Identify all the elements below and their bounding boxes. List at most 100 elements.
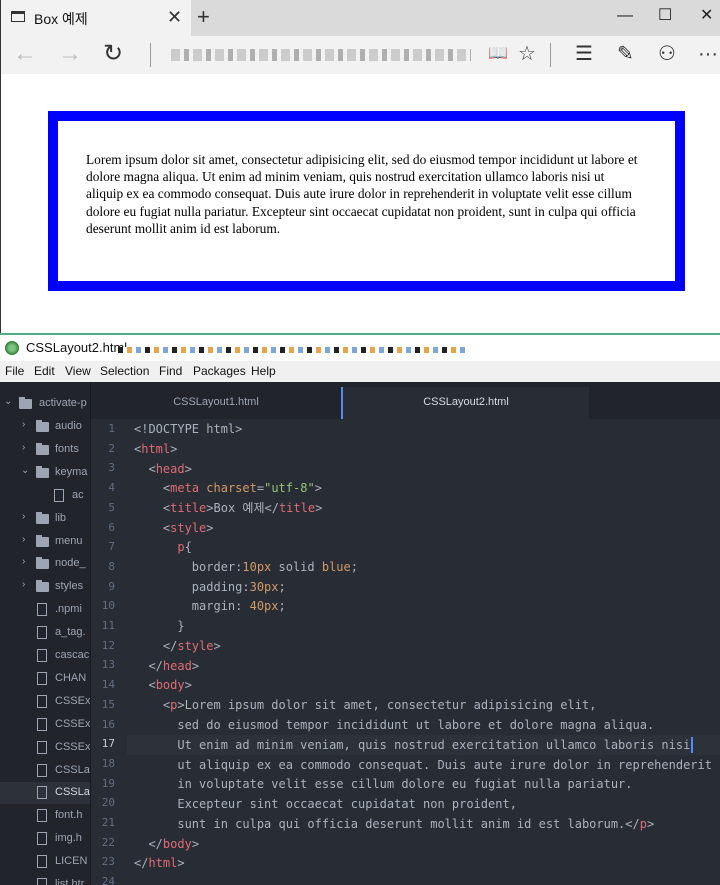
back-icon[interactable]: ← [13,40,37,68]
editor-pane: CSSLayout1.html CSSLayout2.html 12345678… [91,382,720,885]
menu-file[interactable]: File [5,364,24,378]
code-line[interactable]: Excepteur sint occaecat cupidatat non pr… [134,794,517,814]
code-line[interactable]: <html> [134,439,177,459]
tree-item[interactable]: a_tag. [0,622,90,644]
code-line[interactable]: sed do eiusmod tempor incididunt ut labo… [134,715,654,735]
code-line[interactable]: in voluptate velit esse cillum dolore eu… [134,774,632,794]
tree-item[interactable]: CSSEx [0,714,90,736]
share-icon[interactable]: ⚇ [658,41,676,67]
code-line-current[interactable]: Ut enim ad minim veniam, quis nostrud ex… [134,735,690,755]
tree-item[interactable]: › audio [0,416,90,438]
tab-label: CSSLayout1.html [173,396,259,408]
code-line[interactable]: margin: 40px; [134,596,286,616]
code-line[interactable]: <head> [134,459,191,479]
line-number: 9 [108,579,115,593]
line-number: 15 [101,697,115,711]
tree-item[interactable]: list.htr [0,874,90,885]
tree-item[interactable]: ⌄ keyma [0,462,90,484]
tree-item[interactable]: LICEN [0,851,90,873]
folder-icon [36,511,49,524]
chevron-down-icon: ⌄ [4,396,13,407]
code-line[interactable]: <body> [134,675,191,695]
code-line[interactable]: </head> [134,656,199,676]
tree-item[interactable]: CSSEx [0,691,91,713]
tree-item[interactable]: CSSEx [0,737,90,759]
code-line[interactable]: ut aliquip ex ea commodo consequat. Duis… [134,755,712,775]
atom-menubar: File Edit View Selection Find Packages H… [0,361,720,382]
code-line[interactable]: <meta charset="utf-8"> [134,478,322,498]
text-caret [691,737,693,753]
code-line[interactable]: <title>Box 예제</title> [134,498,322,518]
tree-item[interactable]: › styles [0,576,90,598]
tree-label: lib [55,511,67,524]
code-line[interactable]: <style> [134,518,214,538]
code-line[interactable]: } [134,616,184,636]
menu-help[interactable]: Help [251,364,276,378]
code-line[interactable]: </html> [134,853,185,873]
tree-item[interactable]: .npmi [0,599,90,621]
code-line[interactable]: <p>Lorem ipsum dolor sit amet, consectet… [134,695,597,715]
tree-item[interactable]: cascac [0,645,90,667]
folder-icon [36,442,49,455]
chevron-right-icon: › [22,419,26,430]
tree-item[interactable]: › lib [0,508,90,530]
hub-icon[interactable]: ☰ [575,41,593,67]
tree-item[interactable]: CSSLa [0,760,90,782]
tab-close-icon[interactable]: ✕ [167,7,182,27]
code-line[interactable]: padding:30px; [134,577,286,597]
favorite-star-icon[interactable]: ☆ [518,41,536,67]
code-line[interactable]: </style> [134,636,221,656]
tree-item[interactable]: img.h [0,828,90,850]
code-line[interactable]: sunt in culpa qui officia deserunt molli… [134,814,654,834]
folder-icon [36,465,49,478]
menu-selection[interactable]: Selection [100,364,149,378]
more-icon[interactable]: ··· [698,41,718,67]
rendered-paragraph-box: Lorem ipsum dolor sit amet, consectetur … [48,111,685,291]
web-note-icon[interactable]: ✎ [617,41,634,67]
chevron-right-icon: › [22,579,26,591]
tree-item[interactable]: › fonts [0,439,90,461]
code-line[interactable]: </body> [134,834,199,854]
tree-label: node_ [55,557,86,570]
new-tab-icon[interactable]: + [197,5,210,29]
tree-label: keyma [55,465,88,478]
atom-titlebar: CSSLayout2.html — [0,333,720,361]
menu-view[interactable]: View [65,364,91,378]
refresh-icon[interactable]: ↻ [103,40,123,68]
folder-icon [36,420,49,432]
maximize-icon[interactable]: ☐ [658,6,672,26]
code-line[interactable]: border:10px solid blue; [134,557,358,577]
menu-packages[interactable]: Packages [193,364,246,378]
tree-item[interactable]: ac [0,485,90,507]
forward-icon[interactable]: → [58,40,82,68]
minimize-icon[interactable]: — [617,6,633,26]
line-number: 21 [101,816,115,829]
tree-item[interactable]: font.h [0,805,90,827]
tab-csslayout2[interactable]: CSSLayout2.html [341,387,589,419]
browser-window: Box 예제 ✕ + — ☐ ✕ ← → ↻ 📖 ☆ ☰ ✎ ⚇ ··· Lor… [0,0,720,333]
browser-tab[interactable]: Box 예제 ✕ [1,0,191,36]
rendered-paragraph-text: Lorem ipsum dolor sit amet, consectetur … [86,152,638,236]
url-field[interactable] [171,49,471,61]
chevron-right-icon: › [22,510,26,522]
tree-root[interactable]: ⌄ activate-p [0,393,90,415]
tree-item[interactable]: › node_ [0,553,90,575]
chevron-down-icon: ⌄ [21,464,30,476]
close-window-icon[interactable]: ✕ [700,6,713,26]
tree-item[interactable]: CHAN [0,668,90,690]
folder-icon [19,397,32,409]
page-icon [11,11,25,22]
menu-edit[interactable]: Edit [34,364,55,378]
tree-item[interactable]: › menu [0,531,90,553]
reading-view-icon[interactable]: 📖 [488,41,508,67]
line-number: 7 [108,540,115,554]
menu-find[interactable]: Find [159,364,182,378]
file-icon [37,855,47,869]
code-line[interactable]: <!DOCTYPE html> [134,419,242,439]
tree-item[interactable]: CSSLa [0,782,90,805]
file-icon [37,649,47,662]
tree-label: CSSEx [55,694,91,707]
code-line[interactable]: p{ [134,537,191,557]
divider [550,43,551,67]
tab-csslayout1[interactable]: CSSLayout1.html [91,387,341,419]
